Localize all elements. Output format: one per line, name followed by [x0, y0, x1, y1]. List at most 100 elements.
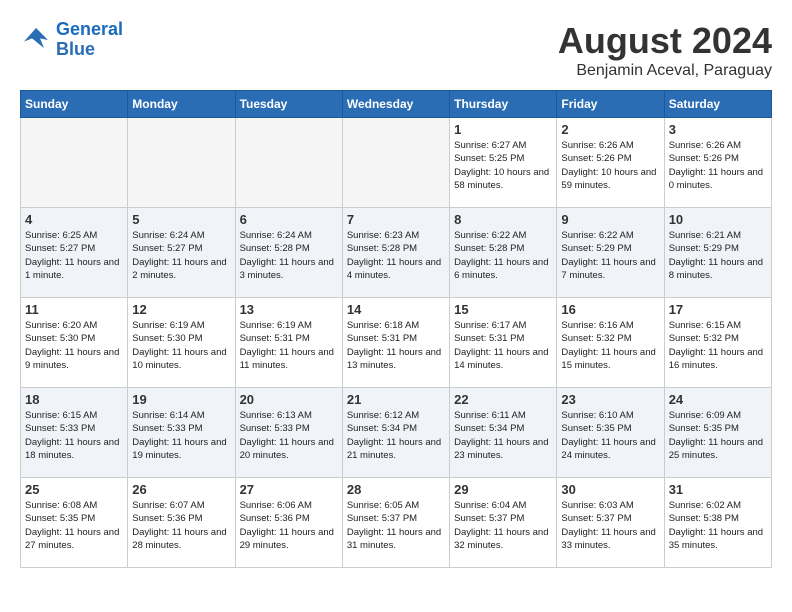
day-info: Sunrise: 6:22 AM Sunset: 5:28 PM Dayligh… [454, 229, 552, 282]
calendar-cell: 21 Sunrise: 6:12 AM Sunset: 5:34 PM Dayli… [342, 388, 449, 478]
day-number: 13 [240, 302, 338, 317]
logo-text: General Blue [56, 20, 123, 60]
calendar-cell: 22 Sunrise: 6:11 AM Sunset: 5:34 PM Dayli… [450, 388, 557, 478]
calendar-cell: 31 Sunrise: 6:02 AM Sunset: 5:38 PM Dayli… [664, 478, 771, 568]
day-number: 14 [347, 302, 445, 317]
day-info: Sunrise: 6:09 AM Sunset: 5:35 PM Dayligh… [669, 409, 767, 462]
calendar-cell: 10 Sunrise: 6:21 AM Sunset: 5:29 PM Dayli… [664, 208, 771, 298]
day-number: 2 [561, 122, 659, 137]
day-number: 11 [25, 302, 123, 317]
day-info: Sunrise: 6:18 AM Sunset: 5:31 PM Dayligh… [347, 319, 445, 372]
day-info: Sunrise: 6:19 AM Sunset: 5:31 PM Dayligh… [240, 319, 338, 372]
day-info: Sunrise: 6:07 AM Sunset: 5:36 PM Dayligh… [132, 499, 230, 552]
day-number: 5 [132, 212, 230, 227]
day-info: Sunrise: 6:22 AM Sunset: 5:29 PM Dayligh… [561, 229, 659, 282]
day-info: Sunrise: 6:23 AM Sunset: 5:28 PM Dayligh… [347, 229, 445, 282]
day-number: 30 [561, 482, 659, 497]
calendar-cell: 12 Sunrise: 6:19 AM Sunset: 5:30 PM Dayli… [128, 298, 235, 388]
day-info: Sunrise: 6:08 AM Sunset: 5:35 PM Dayligh… [25, 499, 123, 552]
day-number: 8 [454, 212, 552, 227]
calendar-cell: 2 Sunrise: 6:26 AM Sunset: 5:26 PM Daylig… [557, 118, 664, 208]
logo-general: General [56, 19, 123, 39]
calendar-cell: 27 Sunrise: 6:06 AM Sunset: 5:36 PM Dayli… [235, 478, 342, 568]
location: Benjamin Aceval, Paraguay [558, 62, 772, 80]
day-info: Sunrise: 6:02 AM Sunset: 5:38 PM Dayligh… [669, 499, 767, 552]
day-number: 26 [132, 482, 230, 497]
day-number: 18 [25, 392, 123, 407]
day-number: 28 [347, 482, 445, 497]
day-number: 24 [669, 392, 767, 407]
calendar-cell: 29Sunrise: 6:04 AM Sunset: 5:37 PM Dayli… [450, 478, 557, 568]
day-info: Sunrise: 6:10 AM Sunset: 5:35 PM Dayligh… [561, 409, 659, 462]
day-info: Sunrise: 6:24 AM Sunset: 5:28 PM Dayligh… [240, 229, 338, 282]
week-row-1: 1Sunrise: 6:27 AM Sunset: 5:25 PM Daylig… [21, 118, 772, 208]
day-info: Sunrise: 6:20 AM Sunset: 5:30 PM Dayligh… [25, 319, 123, 372]
title-block: August 2024 Benjamin Aceval, Paraguay [558, 20, 772, 80]
col-tuesday: Tuesday [235, 91, 342, 118]
day-number: 22 [454, 392, 552, 407]
day-number: 10 [669, 212, 767, 227]
calendar-body: 1Sunrise: 6:27 AM Sunset: 5:25 PM Daylig… [21, 118, 772, 568]
day-info: Sunrise: 6:06 AM Sunset: 5:36 PM Dayligh… [240, 499, 338, 552]
day-number: 4 [25, 212, 123, 227]
day-info: Sunrise: 6:13 AM Sunset: 5:33 PM Dayligh… [240, 409, 338, 462]
day-info: Sunrise: 6:03 AM Sunset: 5:37 PM Dayligh… [561, 499, 659, 552]
day-info: Sunrise: 6:26 AM Sunset: 5:26 PM Dayligh… [561, 139, 659, 192]
calendar-cell: 30 Sunrise: 6:03 AM Sunset: 5:37 PM Dayli… [557, 478, 664, 568]
week-row-4: 18 Sunrise: 6:15 AM Sunset: 5:33 PM Dayli… [21, 388, 772, 478]
calendar-cell: 8 Sunrise: 6:22 AM Sunset: 5:28 PM Daylig… [450, 208, 557, 298]
col-monday: Monday [128, 91, 235, 118]
day-info: Sunrise: 6:05 AM Sunset: 5:37 PM Dayligh… [347, 499, 445, 552]
day-number: 27 [240, 482, 338, 497]
col-thursday: Thursday [450, 91, 557, 118]
calendar-cell [235, 118, 342, 208]
day-number: 1 [454, 122, 552, 137]
day-number: 16 [561, 302, 659, 317]
day-info: Sunrise: 6:21 AM Sunset: 5:29 PM Dayligh… [669, 229, 767, 282]
calendar-cell: 11 Sunrise: 6:20 AM Sunset: 5:30 PM Dayli… [21, 298, 128, 388]
day-number: 29 [454, 482, 552, 497]
day-number: 15 [454, 302, 552, 317]
calendar-cell: 25 Sunrise: 6:08 AM Sunset: 5:35 PM Dayli… [21, 478, 128, 568]
calendar-table: Sunday Monday Tuesday Wednesday Thursday… [20, 90, 772, 568]
calendar-cell: 6 Sunrise: 6:24 AM Sunset: 5:28 PM Daylig… [235, 208, 342, 298]
week-row-3: 11 Sunrise: 6:20 AM Sunset: 5:30 PM Dayli… [21, 298, 772, 388]
calendar-cell: 23 Sunrise: 6:10 AM Sunset: 5:35 PM Dayli… [557, 388, 664, 478]
calendar-cell: 3 Sunrise: 6:26 AM Sunset: 5:26 PM Daylig… [664, 118, 771, 208]
day-number: 3 [669, 122, 767, 137]
day-number: 25 [25, 482, 123, 497]
day-number: 12 [132, 302, 230, 317]
header-row: Sunday Monday Tuesday Wednesday Thursday… [21, 91, 772, 118]
day-number: 6 [240, 212, 338, 227]
day-info: Sunrise: 6:19 AM Sunset: 5:30 PM Dayligh… [132, 319, 230, 372]
week-row-5: 25 Sunrise: 6:08 AM Sunset: 5:35 PM Dayli… [21, 478, 772, 568]
day-number: 17 [669, 302, 767, 317]
calendar-cell: 18 Sunrise: 6:15 AM Sunset: 5:33 PM Dayli… [21, 388, 128, 478]
day-info: Sunrise: 6:26 AM Sunset: 5:26 PM Dayligh… [669, 139, 767, 192]
calendar-cell: 1Sunrise: 6:27 AM Sunset: 5:25 PM Daylig… [450, 118, 557, 208]
calendar-cell: 9Sunrise: 6:22 AM Sunset: 5:29 PM Daylig… [557, 208, 664, 298]
day-number: 23 [561, 392, 659, 407]
day-info: Sunrise: 6:15 AM Sunset: 5:32 PM Dayligh… [669, 319, 767, 372]
calendar-cell [21, 118, 128, 208]
calendar-cell [128, 118, 235, 208]
day-info: Sunrise: 6:11 AM Sunset: 5:34 PM Dayligh… [454, 409, 552, 462]
day-info: Sunrise: 6:15 AM Sunset: 5:33 PM Dayligh… [25, 409, 123, 462]
day-number: 21 [347, 392, 445, 407]
day-info: Sunrise: 6:12 AM Sunset: 5:34 PM Dayligh… [347, 409, 445, 462]
calendar-cell [342, 118, 449, 208]
col-friday: Friday [557, 91, 664, 118]
calendar-cell: 24 Sunrise: 6:09 AM Sunset: 5:35 PM Dayli… [664, 388, 771, 478]
calendar-cell: 7Sunrise: 6:23 AM Sunset: 5:28 PM Daylig… [342, 208, 449, 298]
week-row-2: 4Sunrise: 6:25 AM Sunset: 5:27 PM Daylig… [21, 208, 772, 298]
calendar-cell: 4Sunrise: 6:25 AM Sunset: 5:27 PM Daylig… [21, 208, 128, 298]
calendar-cell: 13 Sunrise: 6:19 AM Sunset: 5:31 PM Dayli… [235, 298, 342, 388]
logo-blue: Blue [56, 39, 95, 59]
day-info: Sunrise: 6:14 AM Sunset: 5:33 PM Dayligh… [132, 409, 230, 462]
calendar-cell: 17 Sunrise: 6:15 AM Sunset: 5:32 PM Dayli… [664, 298, 771, 388]
calendar-cell: 14 Sunrise: 6:18 AM Sunset: 5:31 PM Dayli… [342, 298, 449, 388]
day-number: 31 [669, 482, 767, 497]
col-sunday: Sunday [21, 91, 128, 118]
calendar-header: Sunday Monday Tuesday Wednesday Thursday… [21, 91, 772, 118]
calendar-cell: 5Sunrise: 6:24 AM Sunset: 5:27 PM Daylig… [128, 208, 235, 298]
